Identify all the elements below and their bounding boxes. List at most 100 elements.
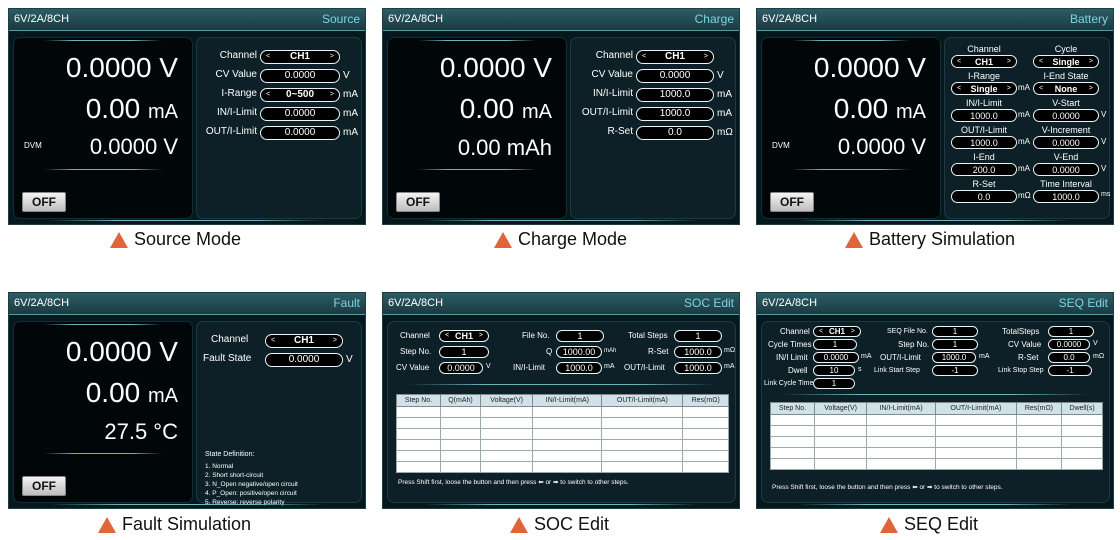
cycle-selector[interactable]: < Single > — [1033, 55, 1099, 68]
field-label: Link Stop Step — [998, 367, 1044, 374]
in-i-limit-field[interactable]: 0.0000 — [260, 107, 340, 121]
channel-selector[interactable]: < CH1 > — [260, 50, 340, 64]
total-steps-field[interactable]: 1 — [674, 330, 722, 342]
step-no-field[interactable]: 1 — [439, 346, 489, 358]
dwell-field[interactable]: 10 — [813, 365, 855, 376]
table-row[interactable] — [395, 417, 729, 429]
field-label: V-End — [1053, 152, 1079, 162]
column-header: Voltage(V) — [479, 394, 534, 407]
settings-area: Channel Cycle < CH1 > < Single > I-Range I-E… — [944, 37, 1110, 219]
field-label: CV Value — [591, 69, 633, 80]
field-label: IN/I-Limit — [593, 88, 633, 99]
in-i-limit-field[interactable]: 1000.0 — [951, 109, 1017, 122]
link-cycle-times-field[interactable]: 1 — [813, 378, 855, 389]
link-stop-step-field[interactable]: -1 — [1048, 365, 1092, 376]
model-label: 6V/2A/8CH — [14, 13, 70, 25]
table-row[interactable] — [395, 450, 729, 462]
field-label: OUT/I-Limit — [624, 363, 665, 372]
field-label: Fault State — [203, 353, 252, 364]
title-bar: 6V/2A/8CH Fault — [9, 293, 365, 315]
channel-selector[interactable]: < CH1 > — [265, 334, 343, 348]
out-i-limit-field[interactable]: 0.0000 — [260, 126, 340, 140]
cv-value-field[interactable]: 0.0000 — [1048, 339, 1090, 350]
v-end-field[interactable]: 0.0000 — [1033, 163, 1099, 176]
i-range-selector[interactable]: <0~500 > — [260, 88, 340, 102]
channel-selector[interactable]: < CH1 > — [439, 330, 489, 342]
title-bar: 6V/2A/8CH Battery — [757, 9, 1113, 31]
in-i-limit-field[interactable]: 0.0000 — [813, 352, 859, 363]
column-header: Dwell(s) — [1061, 402, 1103, 415]
field-label: IN/I-Limit — [513, 363, 545, 372]
out-i-limit-field[interactable]: 1000.0 — [636, 107, 714, 121]
time-interval-field[interactable]: 1000.0 — [1033, 190, 1099, 203]
channel-selector[interactable]: < CH1 > — [951, 55, 1017, 68]
r-set-field[interactable]: 0.0 — [951, 190, 1017, 203]
field-label: I-Range — [967, 71, 1001, 81]
table-row[interactable] — [770, 425, 1103, 437]
cv-value-field[interactable]: 0.0000 — [636, 69, 714, 83]
triangle-marker-icon — [494, 231, 512, 248]
battery-simulation-screen: 6V/2A/8CH Battery 0.0000 V 0.00 mA DVM 0… — [756, 8, 1114, 225]
in-i-limit-field[interactable]: 1000.0 — [556, 362, 602, 374]
column-header: Step No. — [395, 394, 442, 407]
table-row[interactable] — [770, 414, 1103, 426]
cycle-times-field[interactable]: 1 — [813, 339, 857, 350]
step-hint: Press Shift first, loose the button and … — [772, 484, 1003, 491]
r-set-field[interactable]: 0.0 — [1048, 352, 1090, 363]
state-definition: State Definition: 1. Normal 2. Short sho… — [205, 451, 298, 506]
i-end-state-selector[interactable]: < None > — [1033, 82, 1099, 95]
voltage-readout: 0.0000 V — [439, 52, 552, 83]
edit-area: Channel < CH1 > SEQ File No. 1 TotalSteps … — [761, 321, 1110, 503]
dvm-readout: 0.0000 V — [89, 134, 178, 159]
file-no-field[interactable]: 1 — [556, 330, 604, 342]
table-row[interactable] — [395, 428, 729, 440]
table-row[interactable] — [770, 458, 1103, 470]
field-label: Channel — [967, 44, 1001, 54]
table-row[interactable] — [395, 406, 729, 418]
off-button[interactable]: OFF — [396, 192, 440, 212]
r-set-field[interactable]: 0.0 — [636, 126, 714, 140]
off-button[interactable]: OFF — [770, 192, 814, 212]
capacity-readout: 0.00 mAh — [457, 135, 552, 160]
settings-area: Channel < CH1 > Fault State 0.0000 V State… — [196, 321, 362, 506]
table-row[interactable] — [770, 447, 1103, 459]
table-header-row: Step No. Voltage(V) IN/I-Limit(mA) OUT/I… — [770, 402, 1103, 415]
triangle-marker-icon — [510, 516, 528, 533]
column-header: Q(mAh) — [440, 394, 481, 407]
caption-fault-simulation: Fault Simulation — [98, 514, 251, 535]
off-button[interactable]: OFF — [22, 192, 66, 212]
v-increment-field[interactable]: 0.0000 — [1033, 136, 1099, 149]
source-mode-screen: 6V/2A/8CH Source 0.0000 V 0.00 mA DVM 0.… — [8, 8, 366, 225]
cv-value-field[interactable]: 0.0000 — [439, 362, 483, 374]
out-i-limit-field[interactable]: 1000.0 — [932, 352, 976, 363]
fault-state-field[interactable]: 0.0000 — [265, 353, 343, 367]
caption-battery-simulation: Battery Simulation — [845, 229, 1015, 250]
in-i-limit-field[interactable]: 1000.0 — [636, 88, 714, 102]
field-label: V-Increment — [1041, 125, 1091, 135]
channel-selector[interactable]: < CH1 > — [813, 326, 861, 337]
i-end-field[interactable]: 200.0 — [951, 163, 1017, 176]
channel-selector[interactable]: < CH1 > — [636, 50, 714, 64]
field-label: Link Start Step — [874, 367, 920, 374]
table-row[interactable] — [770, 436, 1103, 448]
table-row[interactable] — [395, 439, 729, 451]
mode-title: SEQ Edit — [1058, 296, 1108, 310]
q-field[interactable]: 1000.00 — [556, 346, 602, 358]
steps-table: Step No. Q(mAh) Voltage(V) IN/I-Limit(mA… — [395, 394, 729, 473]
link-start-step-field[interactable]: -1 — [932, 365, 978, 376]
voltage-readout: 0.0000 V — [65, 336, 178, 367]
i-range-selector[interactable]: < Single > — [951, 82, 1017, 95]
cv-value-field[interactable]: 0.0000 — [260, 69, 340, 83]
step-no-field[interactable]: 1 — [932, 339, 978, 350]
r-set-field[interactable]: 1000.0 — [674, 346, 722, 358]
out-i-limit-field[interactable]: 1000.0 — [951, 136, 1017, 149]
seq-file-no-field[interactable]: 1 — [932, 326, 978, 337]
field-label: CV Value — [215, 69, 257, 80]
out-i-limit-field[interactable]: 1000.0 — [674, 362, 722, 374]
total-steps-field[interactable]: 1 — [1048, 326, 1094, 337]
mode-title: SOC Edit — [683, 296, 734, 310]
title-bar: 6V/2A/8CH SOC Edit — [383, 293, 739, 315]
table-row[interactable] — [395, 461, 729, 473]
v-start-field[interactable]: 0.0000 — [1033, 109, 1099, 122]
off-button[interactable]: OFF — [22, 476, 66, 496]
